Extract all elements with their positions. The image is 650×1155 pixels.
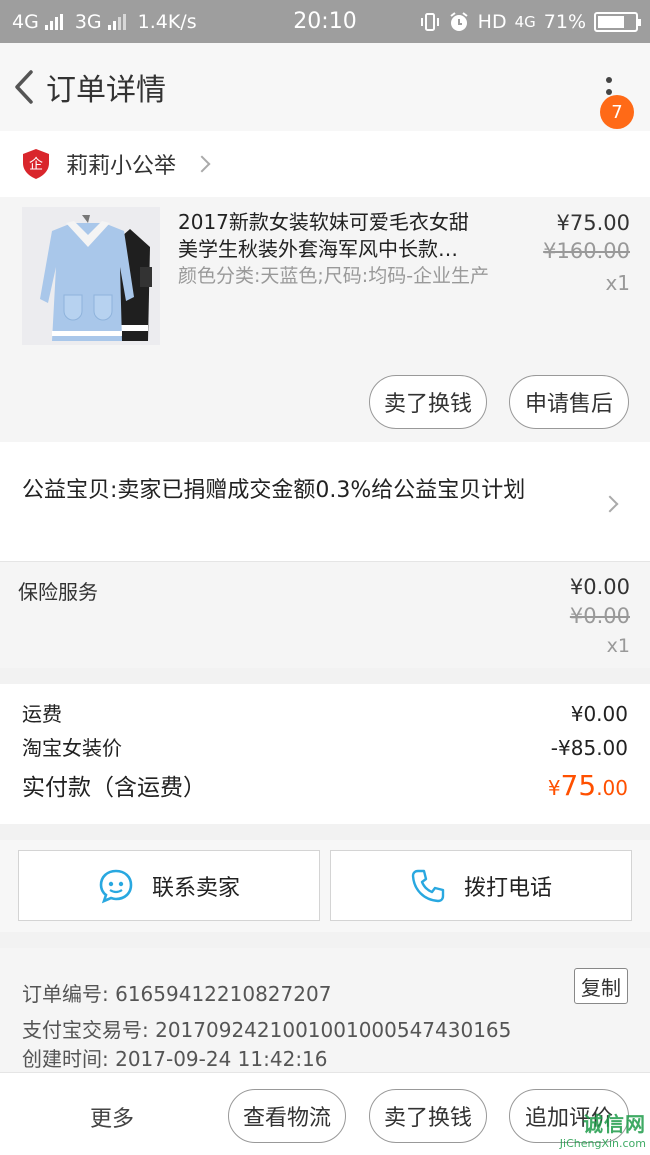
- total-label: 实付款（含运费）: [22, 775, 206, 801]
- total-row: 实付款（含运费） ¥75.00: [22, 768, 628, 802]
- charity-row[interactable]: 公益宝贝:卖家已捐赠成交金额0.3%给公益宝贝计划: [0, 442, 650, 562]
- page-title: 订单详情: [46, 73, 166, 108]
- insurance-quantity: x1: [606, 635, 630, 657]
- shipping-label: 运费: [22, 702, 62, 726]
- insurance-price: ¥0.00: [569, 575, 630, 599]
- watermark-logo: 诚信网 JiChengXin.com: [559, 1111, 646, 1150]
- created-time: 创建时间: 2017-09-24 11:42:16: [22, 1047, 328, 1071]
- discount-label: 淘宝女装价: [22, 736, 122, 760]
- chevron-right-icon: [193, 155, 211, 173]
- shop-name: 莉莉小公举: [66, 154, 177, 179]
- notification-badge: 7: [600, 95, 634, 129]
- view-logistics-button[interactable]: 查看物流: [228, 1089, 346, 1143]
- order-info: 订单编号: 61659412210827207 支付宝交易号: 20170924…: [0, 948, 650, 1072]
- chevron-right-icon: [601, 495, 619, 513]
- discount-value: -¥85.00: [550, 736, 628, 760]
- sell-button-bottom[interactable]: 卖了换钱: [369, 1089, 487, 1143]
- product-quantity: x1: [605, 271, 630, 295]
- header: 订单详情 7: [0, 43, 650, 131]
- apply-aftersale-button[interactable]: 申请售后: [509, 375, 629, 429]
- price-summary: 运费 ¥0.00 淘宝女装价 -¥85.00 实付款（含运费） ¥75.00: [0, 684, 650, 824]
- product-original-price: ¥160.00: [543, 239, 630, 263]
- signal-icon: [44, 13, 63, 30]
- shop-logo-icon: 企: [23, 149, 49, 179]
- status-bar: 4G 3G 1.4K/s 20:10 HD 4G 71%: [0, 0, 650, 43]
- call-phone-label: 拨打电话: [463, 875, 552, 901]
- order-item[interactable]: 2017新款女装软妹可爱毛衣女甜 美学生秋装外套海军风中长款… 颜色分类:天蓝色…: [0, 197, 650, 442]
- more-button[interactable]: 更多: [90, 1101, 134, 1133]
- signal-icon-2: [107, 13, 126, 30]
- svg-text:企: 企: [29, 156, 43, 173]
- chat-icon: [99, 869, 133, 903]
- phone-icon: [411, 869, 445, 902]
- product-price: ¥75.00: [556, 211, 630, 235]
- order-number: 订单编号: 61659412210827207: [22, 982, 332, 1006]
- insurance-original-price: ¥0.00: [569, 604, 630, 628]
- charity-text: 公益宝贝:卖家已捐赠成交金额0.3%给公益宝贝计划: [22, 478, 526, 503]
- network-type-label: 4G: [12, 10, 39, 33]
- alarm-icon: [450, 11, 468, 31]
- shop-row[interactable]: 企 莉莉小公举: [0, 131, 650, 197]
- vibrate-icon: [420, 12, 439, 31]
- network-speed: 1.4K/s: [137, 10, 197, 33]
- alipay-trade-number: 支付宝交易号: 2017092421001001000547430165: [22, 1018, 512, 1042]
- battery-percent: 71%: [543, 10, 586, 33]
- shipping-row: 运费 ¥0.00: [22, 698, 628, 727]
- copy-button[interactable]: 复制: [574, 968, 628, 1004]
- product-spec: 颜色分类:天蓝色;尺码:均码-企业生产: [178, 265, 490, 287]
- product-thumbnail[interactable]: [22, 207, 160, 345]
- contact-bar: 联系卖家 拨打电话: [0, 840, 650, 932]
- product-title[interactable]: 2017新款女装软妹可爱毛衣女甜 美学生秋装外套海军风中长款…: [178, 209, 498, 263]
- contact-seller-label: 联系卖家: [151, 875, 240, 901]
- contact-seller-button[interactable]: 联系卖家: [18, 850, 320, 921]
- discount-row: 淘宝女装价 -¥85.00: [22, 732, 628, 761]
- insurance-row: 保险服务 ¥0.00 ¥0.00 x1: [0, 562, 650, 668]
- insurance-label: 保险服务: [18, 580, 98, 604]
- sell-button[interactable]: 卖了换钱: [369, 375, 487, 429]
- back-button[interactable]: [2, 57, 46, 117]
- hd-label: HD: [477, 10, 507, 33]
- network-type-label-2: 3G: [74, 10, 102, 33]
- battery-icon: [594, 11, 641, 32]
- chevron-left-icon: [15, 70, 33, 104]
- total-value: ¥75.00: [547, 769, 628, 802]
- network-type-label-3: 4G: [514, 12, 536, 31]
- call-phone-button[interactable]: 拨打电话: [330, 850, 632, 921]
- shipping-value: ¥0.00: [570, 702, 628, 726]
